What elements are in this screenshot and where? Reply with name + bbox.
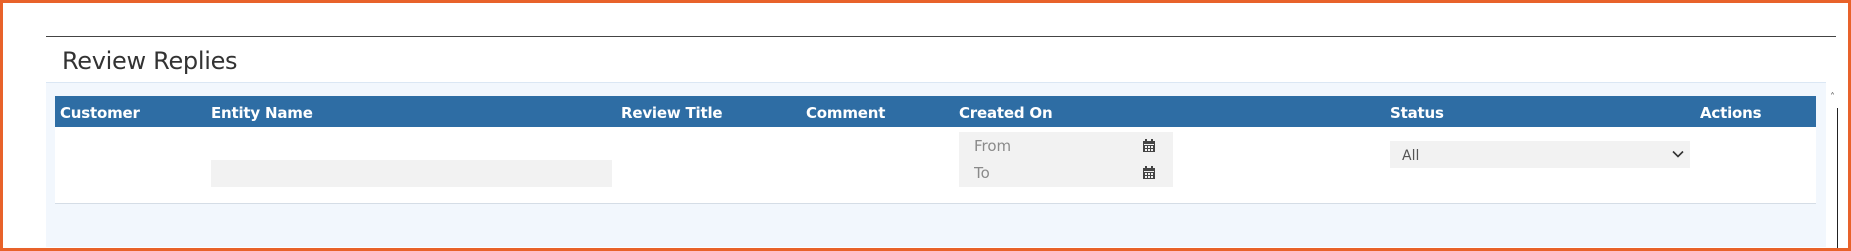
calendar-icon[interactable] [1142,139,1156,153]
top-divider [46,36,1836,37]
entity-name-filter-input[interactable] [211,160,612,187]
column-header-actions: Actions [1700,104,1762,122]
status-selected-value: All [1402,149,1420,160]
created-from-input[interactable] [959,132,1139,159]
page-title: Review Replies [62,47,238,75]
calendar-icon[interactable] [1142,166,1156,180]
status-filter-select[interactable]: All [1390,141,1690,168]
column-header-customer[interactable]: Customer [60,104,140,122]
table-header-row: Customer Entity Name Review Title Commen… [55,96,1816,127]
created-to-input[interactable] [959,159,1139,186]
created-from-row [959,132,1173,159]
review-replies-table: Customer Entity Name Review Title Commen… [55,96,1816,204]
scroll-up-arrow-icon[interactable]: ˄ [1830,92,1835,103]
column-header-entity-name[interactable]: Entity Name [211,104,313,122]
column-header-created-on[interactable]: Created On [959,104,1053,122]
column-header-review-title[interactable]: Review Title [621,104,723,122]
created-to-row [959,159,1173,186]
chevron-down-icon [1672,150,1684,158]
created-on-date-range [959,132,1173,187]
column-header-status[interactable]: Status [1390,104,1444,122]
column-header-comment[interactable]: Comment [806,104,885,122]
vertical-scrollbar[interactable] [1837,108,1838,248]
